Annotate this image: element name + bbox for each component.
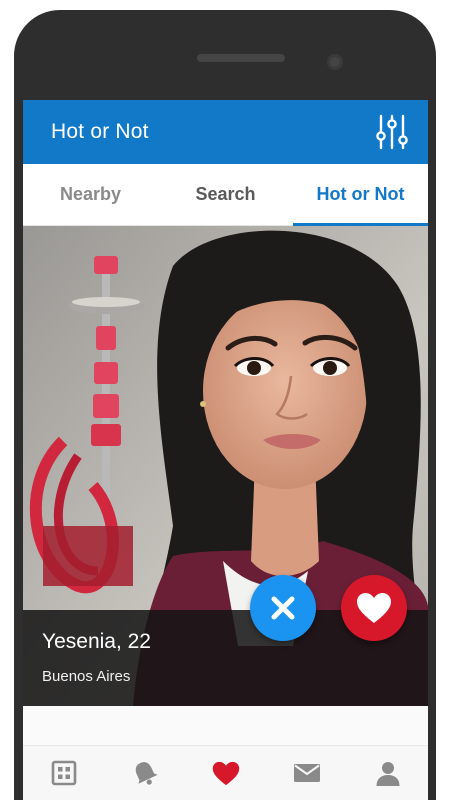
front-camera <box>327 54 343 70</box>
profile-name-age: Yesenia, 22 <box>42 630 151 653</box>
profile-location: Buenos Aires <box>42 668 131 685</box>
like-button[interactable] <box>341 575 407 641</box>
nav-hot-or-not[interactable] <box>200 750 252 796</box>
tab-nearby[interactable]: Nearby <box>23 164 158 225</box>
heart-icon <box>212 761 239 785</box>
nav-profile[interactable] <box>362 750 414 796</box>
mail-icon <box>293 764 320 782</box>
profile-icon <box>376 762 399 786</box>
card-footer-spacer <box>23 706 428 746</box>
grid-icon <box>51 760 76 786</box>
sliders-icon[interactable] <box>376 114 408 150</box>
page-title: Hot or Not <box>51 120 149 143</box>
nav-messages[interactable] <box>281 750 333 796</box>
heart-icon <box>357 593 391 623</box>
dislike-button[interactable] <box>250 575 316 641</box>
app-bar: Hot or Not <box>23 100 428 164</box>
tab-search[interactable]: Search <box>158 164 293 225</box>
nav-encounters[interactable] <box>38 750 90 796</box>
bottom-navigation <box>23 746 428 800</box>
app-screen: Hot or Not Nearby Search Hot or Not Yese… <box>23 100 428 800</box>
tab-bar: Nearby Search Hot or Not <box>23 164 428 226</box>
bell-icon <box>135 762 157 785</box>
speaker-grille <box>197 54 285 62</box>
tab-hot-or-not[interactable]: Hot or Not <box>293 164 428 226</box>
close-icon <box>271 596 295 620</box>
nav-notifications[interactable] <box>119 750 171 796</box>
